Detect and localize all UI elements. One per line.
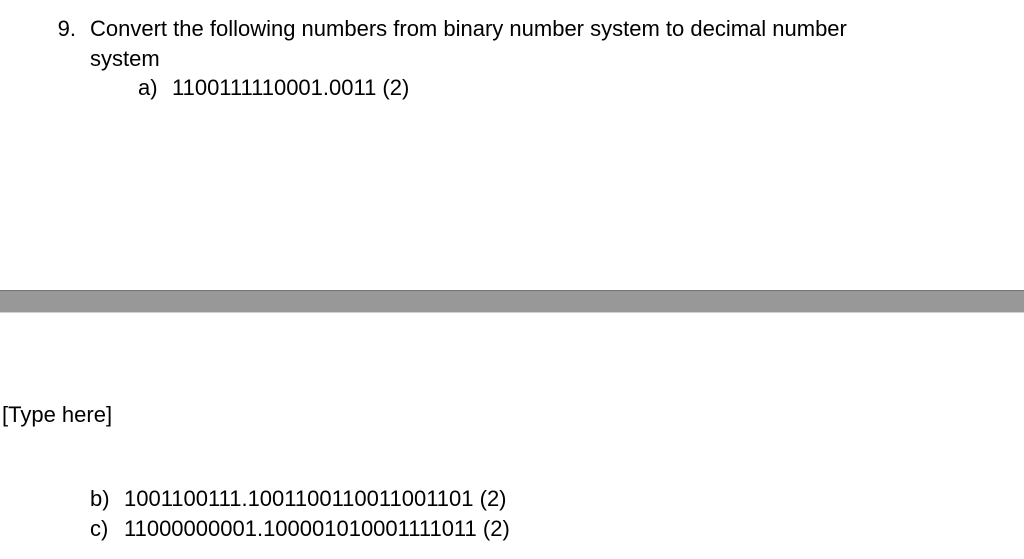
sub-item-a-value: 1100111110001.0011 (2) — [172, 73, 409, 103]
question-prompt: Convert the following numbers from binar… — [90, 14, 1004, 73]
question-header: 9. Convert the following numbers from bi… — [48, 14, 1004, 73]
question-block: 9. Convert the following numbers from bi… — [0, 0, 1024, 103]
question-number: 9. — [48, 14, 90, 73]
page-divider — [0, 290, 1024, 313]
question-prompt-line1: Convert the following numbers from binar… — [90, 14, 1004, 44]
sub-item-c-label: c) — [90, 514, 124, 544]
sub-item-c: c) 11000000001.100001010001111011 (2) — [0, 514, 1024, 544]
type-here-placeholder[interactable]: [Type here] — [2, 400, 112, 430]
sub-item-a: a) 1100111110001.0011 (2) — [48, 73, 1004, 103]
sub-item-b-label: b) — [90, 484, 124, 514]
sub-item-a-label: a) — [138, 73, 172, 103]
bottom-items: b) 1001100111.1001100110011001101 (2) c)… — [0, 484, 1024, 543]
sub-item-b: b) 1001100111.1001100110011001101 (2) — [0, 484, 1024, 514]
question-prompt-line2: system — [90, 44, 1004, 74]
sub-item-b-value: 1001100111.1001100110011001101 (2) — [124, 484, 507, 514]
sub-item-c-value: 11000000001.100001010001111011 (2) — [124, 514, 510, 544]
